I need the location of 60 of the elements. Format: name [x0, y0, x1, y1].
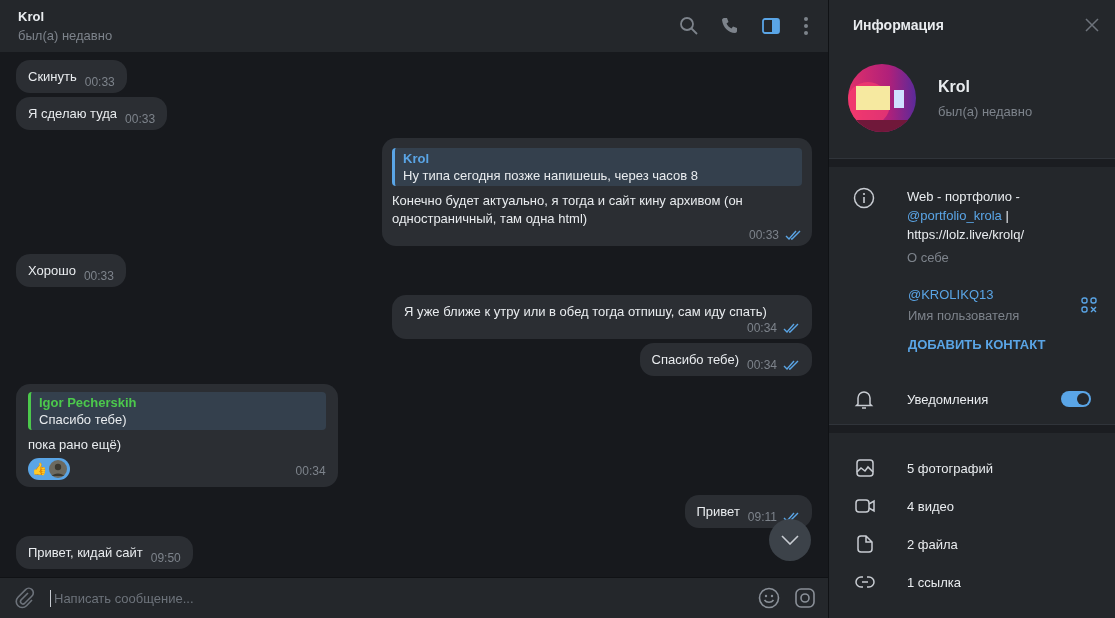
- message-text: Спасибо тебе): [651, 351, 739, 369]
- message-time: 09:50: [150, 551, 181, 565]
- emoji-icon[interactable]: [758, 587, 780, 609]
- message-text: Привет, кидай сайт: [28, 544, 143, 562]
- paperclip-icon[interactable]: [14, 587, 36, 609]
- username-label: Имя пользователя: [908, 308, 1020, 323]
- bio-text: Web - портфолио - @portfolio_krola | https://lolz.live/krolq/: [907, 188, 1026, 244]
- image-icon: [855, 458, 875, 478]
- notifications-toggle[interactable]: [1061, 391, 1091, 407]
- reply-quote[interactable]: Krol Ну типа сегодня позже напишешь, через часов 8: [392, 148, 802, 186]
- message-text: Хорошо: [28, 262, 76, 280]
- reply-author: Igor Pecherskih: [39, 395, 138, 410]
- qr-code-icon[interactable]: [1081, 297, 1097, 313]
- avatar-icon: [49, 460, 67, 478]
- sidebar-toggle-icon[interactable]: [761, 16, 781, 36]
- phone-icon[interactable]: [720, 16, 740, 36]
- search-icon[interactable]: [679, 16, 699, 36]
- message-input[interactable]: Написать сообщение...: [50, 589, 744, 607]
- panel-title: Информация: [853, 17, 944, 33]
- message-time: 00:34: [295, 463, 326, 478]
- reply-text: Спасибо тебе): [39, 412, 128, 427]
- bio-link[interactable]: @portfolio_krola: [907, 208, 1002, 223]
- message-text: Конечно будет актуально, я тогда и сайт кину архивом (он одностраничный, там одна html): [392, 192, 744, 228]
- message-text: пока рано ещё): [28, 436, 122, 454]
- media-row[interactable]: 5 фотографий: [829, 449, 1115, 487]
- message-time: 09:11: [747, 510, 777, 524]
- bell-icon: [853, 388, 875, 410]
- close-icon[interactable]: [1085, 18, 1099, 32]
- username-link[interactable]: @KROLIKQ13: [908, 287, 1020, 302]
- media-row[interactable]: 2 файла: [829, 525, 1115, 563]
- scroll-down-button[interactable]: [769, 519, 811, 561]
- camera-icon[interactable]: [794, 587, 816, 609]
- media-row[interactable]: 1 ссылка: [829, 563, 1115, 601]
- profile-status: был(а) недавно: [938, 103, 1033, 119]
- message-text: Привет: [696, 503, 740, 521]
- reply-text: Ну типа сегодня позже напишешь, через часов 8: [403, 168, 699, 183]
- media-row[interactable]: 4 видео: [829, 487, 1115, 525]
- bio-label: О себе: [907, 250, 950, 265]
- message-time: 00:33: [84, 75, 115, 89]
- info-icon: [853, 187, 875, 209]
- message-time: 00:34: [746, 358, 777, 372]
- composer-bar[interactable]: Написать сообщение...: [0, 577, 828, 618]
- message-text: Я уже ближе к утру или в обед тогда отпишу, сам иду спать): [404, 303, 767, 321]
- notifications-label: Уведомления: [907, 391, 990, 407]
- profile-name: Krol: [938, 77, 971, 96]
- add-contact-button[interactable]: ДОБАВИТЬ КОНТАКТ: [908, 337, 1046, 352]
- file-icon: [855, 534, 875, 554]
- chevron-down-icon: [781, 535, 799, 545]
- message-time: 00:33: [125, 112, 156, 126]
- message-time: 00:34: [746, 321, 777, 335]
- reply-author: Krol: [403, 151, 430, 166]
- chat-title: Krol: [18, 9, 45, 24]
- message-text: Я сделаю туда: [28, 105, 118, 123]
- more-icon[interactable]: [802, 16, 810, 36]
- message-time: 00:33: [83, 269, 114, 283]
- chat-status: был(а) недавно: [18, 28, 113, 43]
- message-time: 00:33: [748, 228, 779, 242]
- reply-quote[interactable]: Igor Pecherskih Спасибо тебе): [28, 392, 326, 430]
- video-camera-icon: [855, 496, 875, 516]
- message-text: Скинуть: [28, 68, 77, 86]
